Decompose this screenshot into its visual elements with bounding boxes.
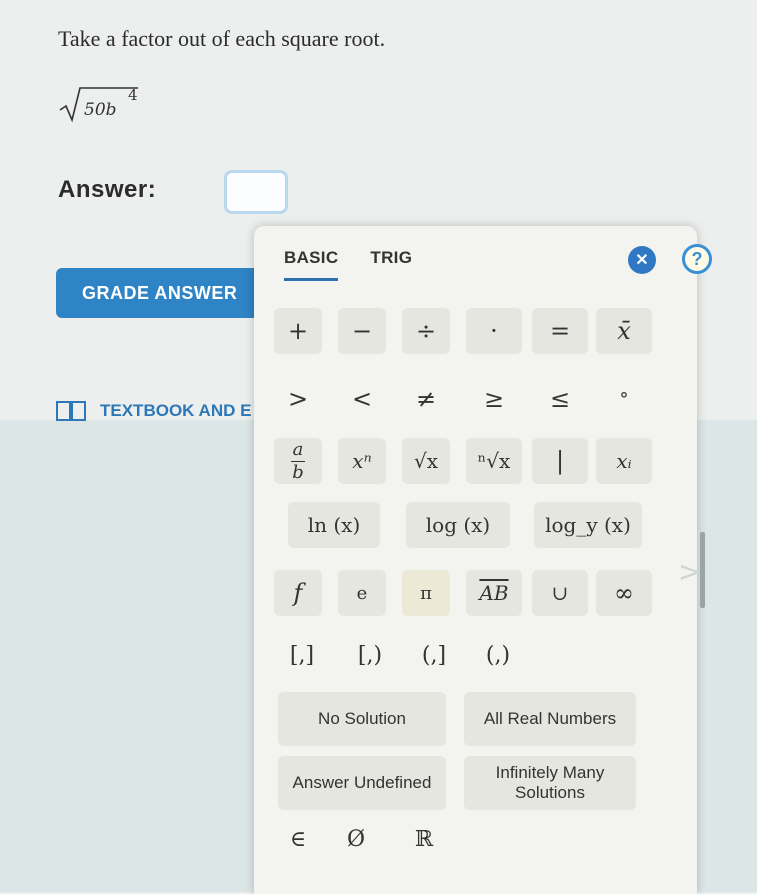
key-sqrt[interactable]: √x: [402, 438, 450, 484]
textbook-label: TEXTBOOK AND E: [100, 401, 252, 420]
close-icon[interactable]: ✕: [628, 246, 656, 274]
key-minus[interactable]: −: [338, 308, 386, 354]
key-subscript[interactable]: xᵢ: [596, 438, 652, 484]
key-function[interactable]: f: [274, 570, 322, 616]
key-empty-set[interactable]: Ø: [332, 816, 380, 862]
key-less[interactable]: <: [338, 376, 386, 422]
textbook-link[interactable]: TEXTBOOK AND E: [56, 400, 251, 422]
key-pi[interactable]: π: [402, 570, 450, 616]
key-fraction[interactable]: a b: [274, 438, 322, 484]
frac-denominator: b: [292, 461, 304, 483]
grade-answer-button[interactable]: GRADE ANSWER: [56, 268, 266, 318]
key-infinitely-many-solutions[interactable]: Infinitely Many Solutions: [464, 756, 636, 810]
frac-numerator: a: [292, 438, 304, 460]
chevron-right-icon[interactable]: >: [678, 555, 701, 588]
question-prompt: Take a factor out of each square root.: [58, 26, 386, 51]
key-mean[interactable]: x̄: [596, 308, 652, 354]
key-union[interactable]: ∪: [532, 570, 588, 616]
radical-expression: 50b 4: [59, 86, 138, 123]
key-nth-root[interactable]: ⁿ√x: [466, 438, 522, 484]
key-euler[interactable]: e: [338, 570, 386, 616]
answer-label: Answer:: [58, 176, 157, 203]
radicand: 50b: [84, 100, 117, 120]
tab-basic[interactable]: BASIC: [284, 248, 339, 281]
key-log[interactable]: log (x): [406, 502, 510, 548]
key-greater-equal[interactable]: ≥: [466, 376, 522, 422]
key-absolute[interactable]: |: [532, 438, 588, 484]
key-interval-half-open-left[interactable]: (,]: [406, 632, 462, 678]
key-element-of[interactable]: ∈: [274, 816, 322, 862]
answer-input[interactable]: [224, 170, 288, 214]
key-infinity[interactable]: ∞: [596, 570, 652, 616]
key-dot[interactable]: ·: [466, 308, 522, 354]
key-no-solution[interactable]: No Solution: [278, 692, 446, 746]
key-interval-half-open-right[interactable]: [,): [342, 632, 398, 678]
scrollbar[interactable]: [700, 532, 705, 608]
keypad-tabs: BASIC TRIG: [284, 248, 412, 281]
exponent: 4: [128, 86, 138, 104]
key-interval-closed[interactable]: [,]: [274, 632, 330, 678]
key-vector[interactable]: AB: [466, 570, 522, 616]
tab-trig[interactable]: TRIG: [370, 248, 412, 281]
key-degree[interactable]: °: [596, 376, 652, 422]
key-not-equal[interactable]: ≠: [402, 376, 450, 422]
key-interval-open[interactable]: (,): [470, 632, 526, 678]
key-divide[interactable]: ÷: [402, 308, 450, 354]
key-answer-undefined[interactable]: Answer Undefined: [278, 756, 446, 810]
key-all-real-numbers[interactable]: All Real Numbers: [464, 692, 636, 746]
key-ln[interactable]: ln (x): [288, 502, 380, 548]
math-keypad: BASIC TRIG ✕ ? + − ÷ · = x̄ > < ≠ ≥ ≤ ° …: [254, 226, 712, 894]
key-plus[interactable]: +: [274, 308, 322, 354]
key-log-base[interactable]: log_y (x): [534, 502, 642, 548]
key-power[interactable]: xⁿ: [338, 438, 386, 484]
key-less-equal[interactable]: ≤: [532, 376, 588, 422]
key-equals[interactable]: =: [532, 308, 588, 354]
help-icon[interactable]: ?: [682, 244, 712, 274]
key-greater[interactable]: >: [274, 376, 322, 422]
book-icon: [56, 401, 86, 421]
key-real-numbers[interactable]: ℝ: [400, 816, 448, 862]
